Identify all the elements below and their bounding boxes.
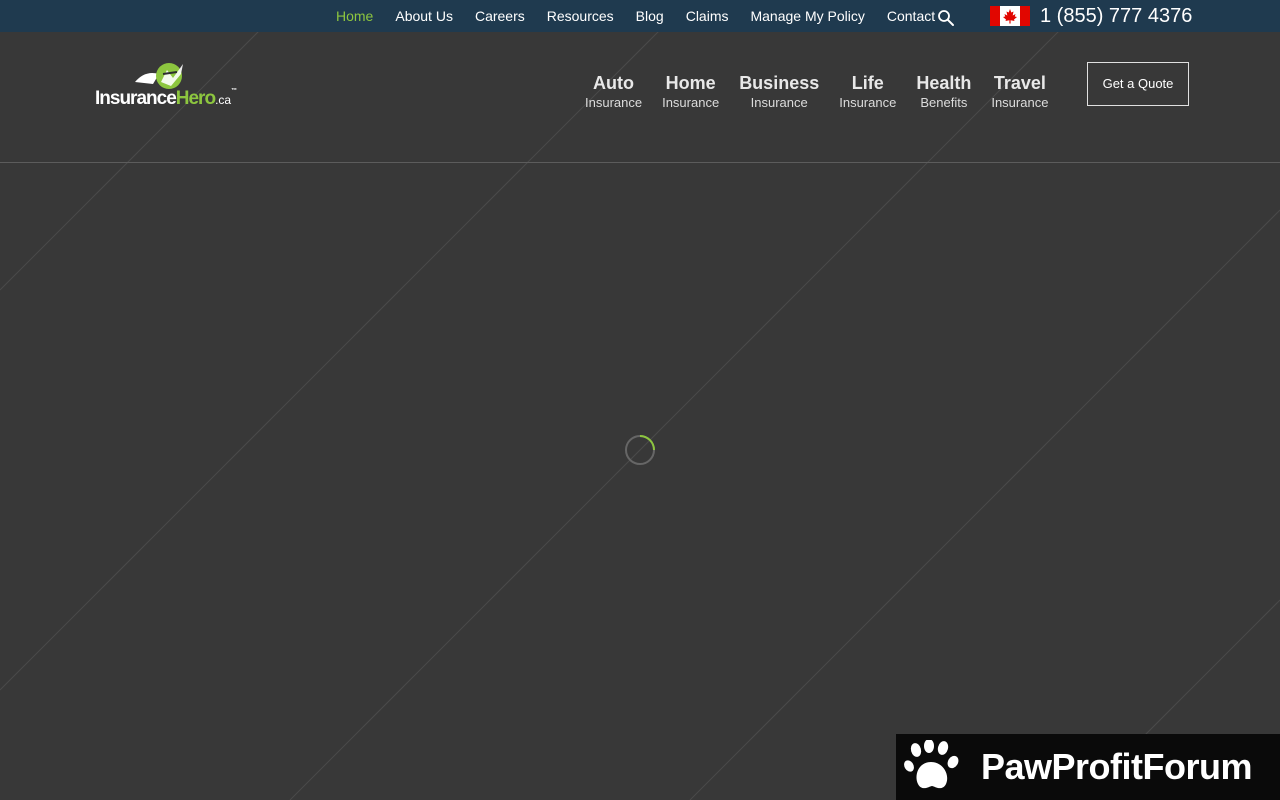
- canada-flag-icon: [990, 6, 1030, 26]
- top-nav: Home About Us Careers Resources Blog Cla…: [325, 0, 946, 32]
- forum-banner-text: PawProfitForum: [981, 746, 1253, 787]
- top-nav-about-us[interactable]: About Us: [384, 0, 464, 32]
- logo-text-insurance: Insurance: [95, 88, 177, 109]
- main-nav-health-title: Health: [916, 73, 972, 93]
- logo-text-ca: .ca: [215, 93, 232, 107]
- logo[interactable]: InsuranceHero.ca™: [95, 60, 255, 120]
- main-nav-health-subtitle: Benefits: [920, 95, 968, 110]
- main-nav-business-subtitle: Insurance: [750, 95, 808, 110]
- top-utility-bar: Home About Us Careers Resources Blog Cla…: [0, 0, 1280, 32]
- main-nav-home-subtitle: Insurance: [662, 95, 720, 110]
- main-nav-home[interactable]: Home Insurance: [652, 72, 729, 112]
- top-nav-resources[interactable]: Resources: [536, 0, 625, 32]
- main-nav-business-title: Business: [739, 73, 820, 93]
- main-nav-travel[interactable]: Travel Insurance: [981, 72, 1058, 112]
- main-nav-life[interactable]: Life Insurance: [829, 72, 906, 112]
- site-header: InsuranceHero.ca™ Auto Insurance Home In…: [0, 32, 1280, 163]
- get-a-quote-button[interactable]: Get a Quote: [1087, 62, 1189, 106]
- loading-spinner-icon: [625, 435, 655, 465]
- main-nav-business[interactable]: Business Insurance: [729, 72, 829, 112]
- main-nav-auto-subtitle: Insurance: [585, 95, 643, 110]
- main-nav-auto-title: Auto: [593, 73, 635, 93]
- main-nav-life-subtitle: Insurance: [839, 95, 897, 110]
- main-nav-auto[interactable]: Auto Insurance: [575, 72, 652, 112]
- top-nav-home[interactable]: Home: [325, 0, 384, 32]
- main-nav: Auto Insurance Home Insurance Business I…: [575, 72, 1058, 112]
- phone-number[interactable]: 1 (855) 777 4376: [1040, 0, 1192, 32]
- top-nav-manage-my-policy[interactable]: Manage My Policy: [739, 0, 875, 32]
- top-nav-contact[interactable]: Contact: [876, 0, 946, 32]
- logo-trademark: ™: [231, 88, 237, 94]
- main-nav-health[interactable]: Health Benefits: [906, 72, 981, 112]
- logo-text-hero: Hero: [175, 88, 216, 109]
- main-nav-travel-title: Travel: [993, 73, 1046, 93]
- main-nav-home-title: Home: [665, 73, 716, 93]
- main-nav-life-title: Life: [851, 73, 884, 93]
- logo-wordmark: InsuranceHero.ca™: [95, 88, 237, 110]
- paw-icon: [904, 740, 959, 789]
- page: Home About Us Careers Resources Blog Cla…: [0, 0, 1280, 800]
- top-nav-claims[interactable]: Claims: [675, 0, 740, 32]
- search-icon[interactable]: [937, 9, 955, 27]
- top-nav-careers[interactable]: Careers: [464, 0, 536, 32]
- main-nav-travel-subtitle: Insurance: [991, 95, 1049, 110]
- forum-banner[interactable]: PawProfitForum: [896, 734, 1280, 800]
- top-nav-blog[interactable]: Blog: [625, 0, 675, 32]
